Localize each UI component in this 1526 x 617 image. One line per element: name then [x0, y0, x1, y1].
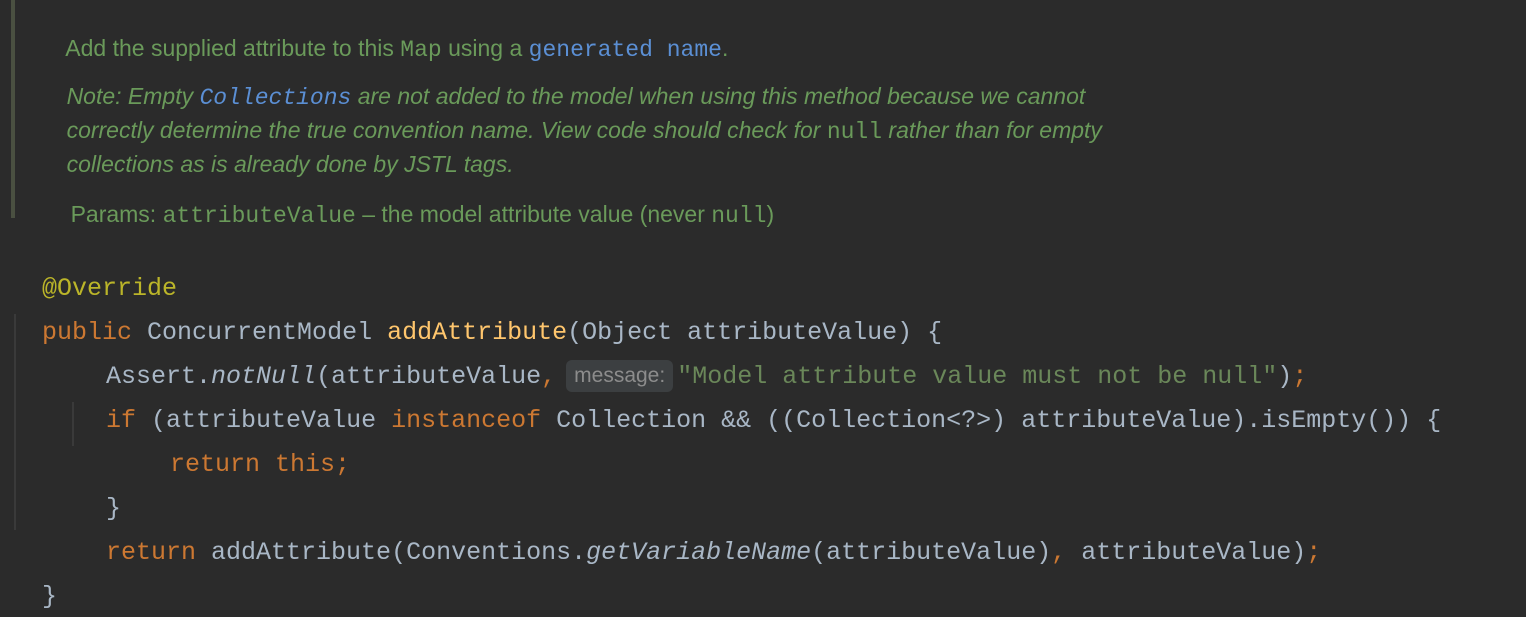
doc-param-null: null [711, 203, 767, 229]
code-line-if-close[interactable]: } [76, 449, 121, 523]
code-line-signature[interactable]: public ConcurrentModel addAttribute(Obje… [12, 273, 942, 347]
keyword-this: this [260, 450, 336, 479]
keyword-instanceof: instanceof [391, 406, 542, 435]
doc-param-end: ) [766, 201, 775, 227]
keyword-return: return [170, 450, 261, 479]
javadoc-panel: Add the supplied attribute to this Map u… [0, 0, 1526, 229]
code-line-return-this[interactable]: return this; [140, 405, 350, 479]
return-call-semicolon: ; [1306, 538, 1322, 567]
code-line-assert[interactable]: Assert.notNull(attributeValue, message: "M… [76, 317, 1307, 393]
keyword-if: if [106, 406, 137, 435]
return-call-comma: , [1051, 538, 1067, 567]
doc-params-label: Params: [70, 201, 157, 227]
doc-note2-text-post: rather than for empty [882, 117, 1102, 143]
if-condition-b: Collection && ((Collection<?>) attribute… [541, 406, 1442, 435]
return-call-a: addAttribute(Conventions. [196, 538, 587, 567]
javadoc-gutter-bar [11, 0, 15, 218]
keyword-return-2: return [106, 538, 197, 567]
return-semicolon: ; [335, 450, 351, 479]
doc-null-code: null [826, 119, 883, 145]
doc-param-name: attributeValue [162, 203, 356, 229]
return-call-c: attributeValue) [1066, 538, 1307, 567]
code-line-return-call[interactable]: return addAttribute(Conventions.getVaria… [76, 493, 1321, 567]
code-line-annotation[interactable]: @Override [12, 229, 177, 303]
return-call-b: (attributeValue) [811, 538, 1052, 567]
get-variable-name-method: getVariableName [586, 538, 812, 567]
code-line-method-close[interactable]: } [12, 537, 57, 611]
doc-param-desc: – the model attribute value (never [355, 201, 712, 227]
indent-guide-if [72, 402, 74, 446]
method-close-brace: } [42, 582, 58, 611]
code-line-if[interactable]: if (attributeValue instanceof Collection… [76, 361, 1441, 435]
